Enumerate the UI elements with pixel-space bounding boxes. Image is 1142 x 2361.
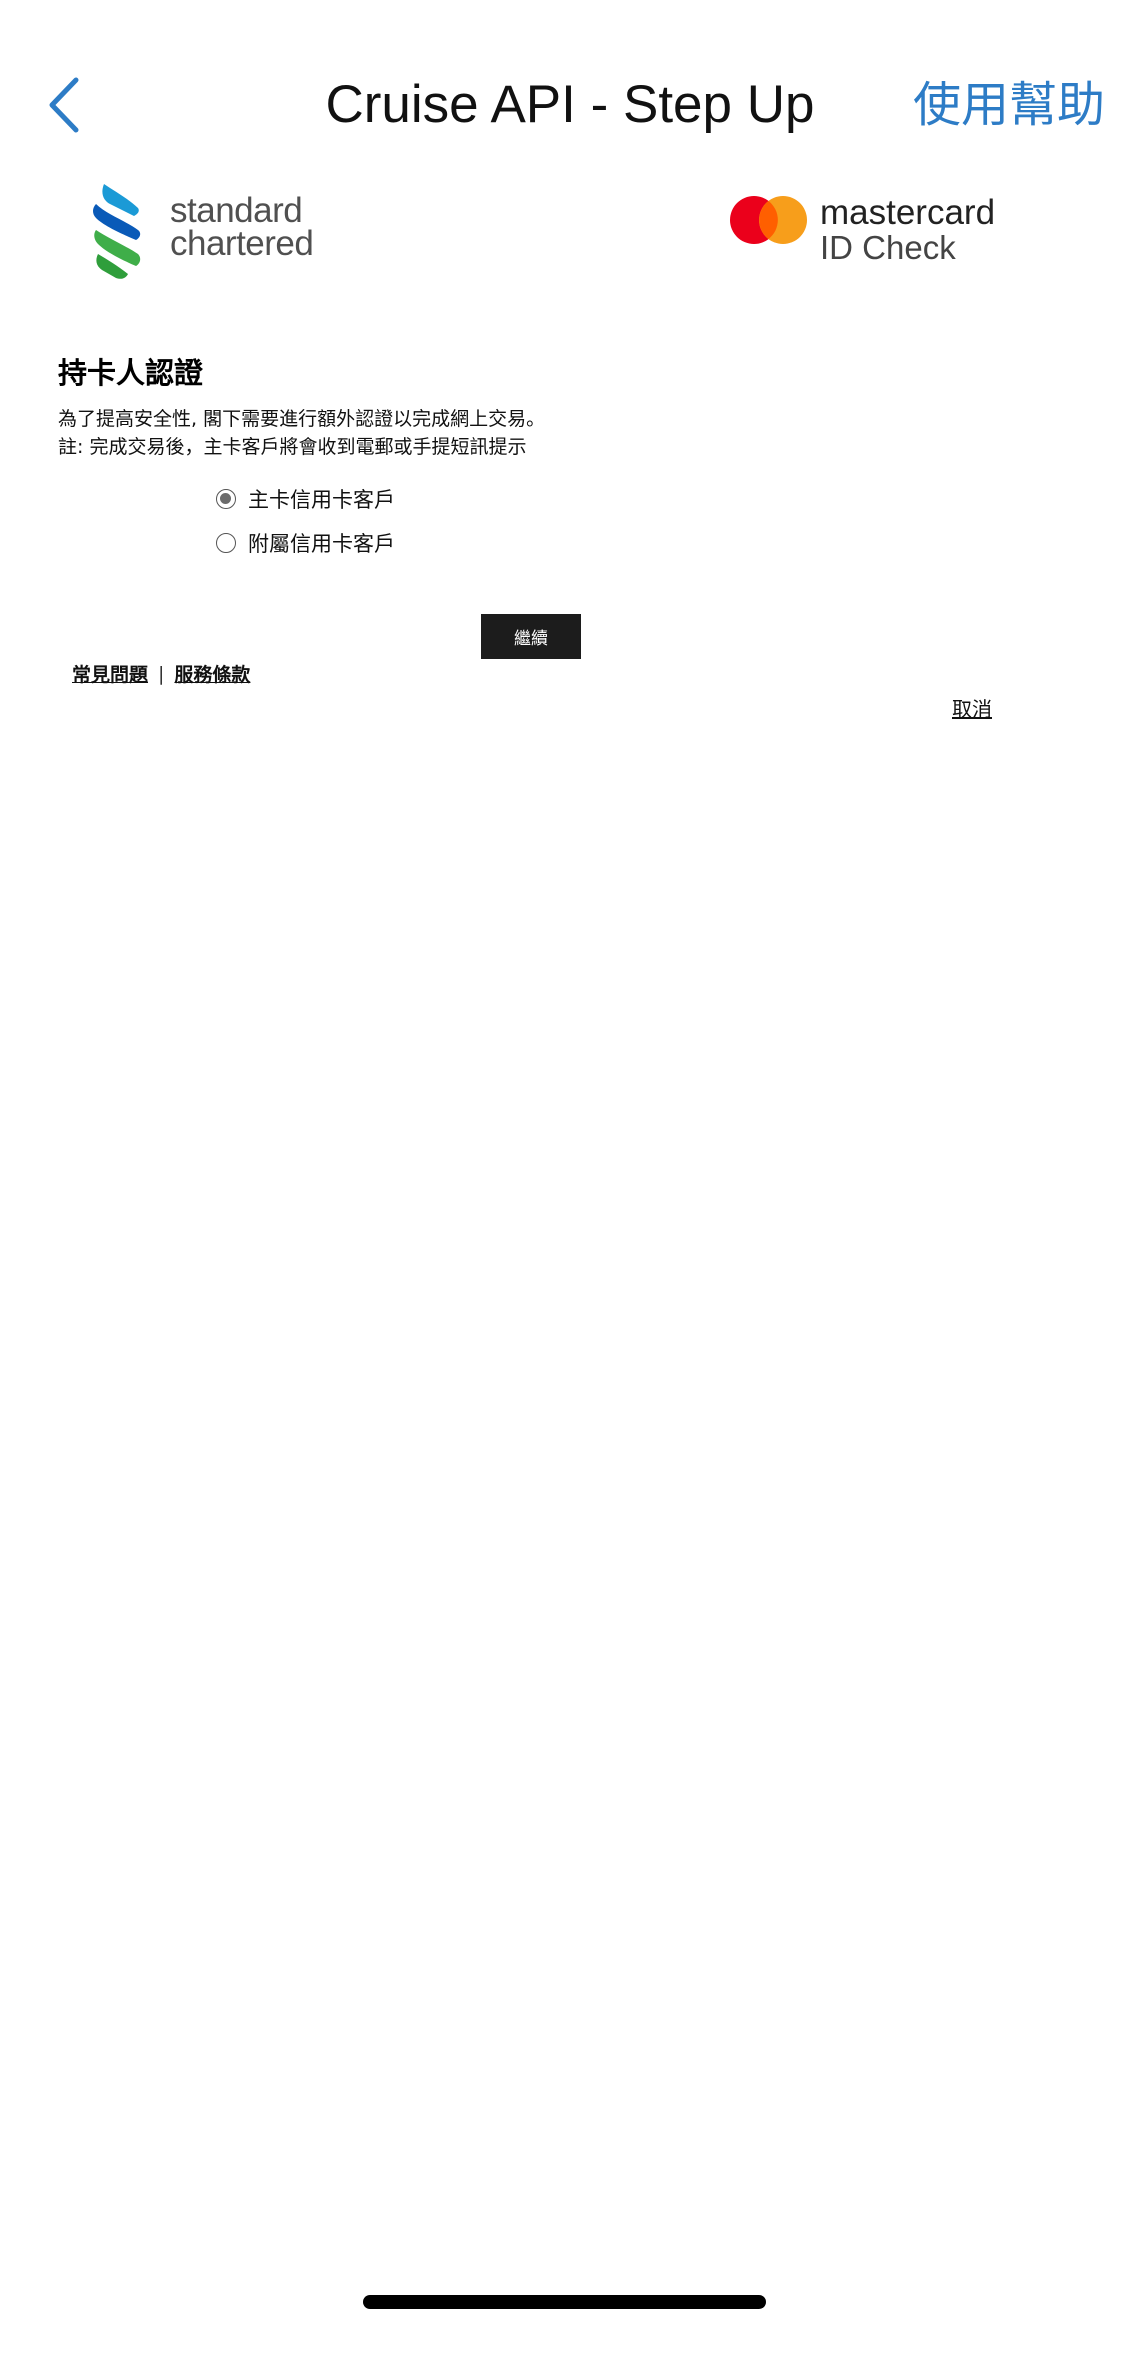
card-brand-sub: ID Check xyxy=(820,229,956,266)
bank-wordmark-line2: chartered xyxy=(170,224,314,263)
cancel-link[interactable]: 取消 xyxy=(952,693,992,722)
home-indicator[interactable] xyxy=(363,2295,766,2309)
description-line-2: 註: 完成交易後，主卡客戶將會收到電郵或手提短訊提示 xyxy=(58,436,527,458)
description-line-1: 為了提高安全性, 閣下需要進行額外認證以完成網上交易。 xyxy=(58,408,546,430)
mastercard-id-check-logo: mastercard ID Check xyxy=(728,190,1038,275)
back-button[interactable] xyxy=(40,70,90,140)
radio-button-unselected[interactable] xyxy=(216,533,236,553)
bank-wordmark: standard chartered xyxy=(170,191,314,263)
continue-button[interactable]: 繼續 xyxy=(481,614,581,659)
radio-option-primary[interactable]: 主卡信用卡客戶 xyxy=(216,484,395,514)
faq-link[interactable]: 常見問題 xyxy=(72,660,148,687)
radio-label: 主卡信用卡客戶 xyxy=(248,488,395,512)
link-separator: | xyxy=(158,662,165,685)
radio-option-supplementary[interactable]: 附屬信用卡客戶 xyxy=(216,528,395,558)
bank-wordmark-line1: standard xyxy=(170,191,303,230)
standard-chartered-logo: standard chartered xyxy=(82,178,352,283)
mastercard-circles-icon xyxy=(730,196,807,244)
standard-chartered-mark-icon xyxy=(93,184,141,279)
footer-links: 常見問題 | 服務條款 xyxy=(72,660,250,687)
card-brand-name: mastercard xyxy=(820,193,996,232)
terms-link[interactable]: 服務條款 xyxy=(174,660,250,687)
radio-button-selected[interactable] xyxy=(216,489,236,509)
help-button[interactable]: 使用幫助 xyxy=(895,70,1105,140)
radio-label: 附屬信用卡客戶 xyxy=(248,532,395,556)
page-title: Cruise API - Step Up xyxy=(325,75,815,134)
chevron-left-icon xyxy=(49,77,79,133)
section-heading: 持卡人認證 xyxy=(58,356,204,390)
